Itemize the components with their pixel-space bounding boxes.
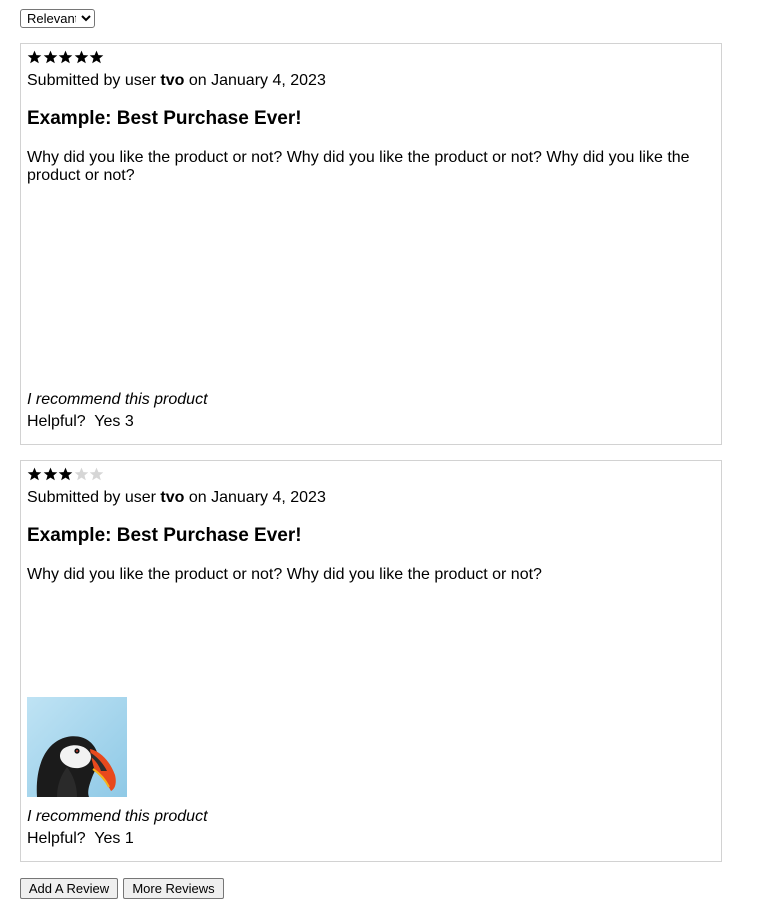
review-meta: Submitted by user tvo on January 4, 2023 <box>27 72 326 90</box>
star-rating <box>27 50 105 64</box>
helpful-row: Helpful? Yes 1 <box>27 830 134 848</box>
review-body: Why did you like the product or not? Why… <box>27 566 542 583</box>
review-username: tvo <box>160 489 185 506</box>
star-filled-icon <box>74 50 88 64</box>
helpful-count[interactable]: 3 <box>125 413 134 430</box>
recommend-text: I recommend this product <box>27 391 208 408</box>
star-filled-icon <box>58 50 73 64</box>
review-card: Submitted by user tvo on January 4, 2023… <box>20 43 722 445</box>
helpful-count[interactable]: 1 <box>125 830 134 847</box>
helpful-label: Helpful? Yes <box>27 830 121 847</box>
sort-select[interactable]: Relevant <box>20 9 95 28</box>
submitted-label: Submitted by user <box>27 489 161 506</box>
helpful-label: Helpful? Yes <box>27 413 121 430</box>
more-reviews-button[interactable]: More Reviews <box>123 878 224 899</box>
review-username: tvo <box>160 72 185 89</box>
add-review-button[interactable]: Add A Review <box>20 878 118 899</box>
review-body: Why did you like the product or not? Why… <box>27 149 690 184</box>
review-card: Submitted by user tvo on January 4, 2023… <box>20 460 722 862</box>
review-meta: Submitted by user tvo on January 4, 2023 <box>27 489 326 507</box>
review-date: on January 4, 2023 <box>184 489 326 506</box>
star-empty-icon <box>89 467 104 481</box>
recommend-text: I recommend this product <box>27 808 208 825</box>
star-filled-icon <box>43 467 57 481</box>
submitted-label: Submitted by user <box>27 72 161 89</box>
review-date: on January 4, 2023 <box>184 72 326 89</box>
star-filled-icon <box>58 467 73 481</box>
star-filled-icon <box>89 50 104 64</box>
puffin-photo[interactable] <box>27 697 127 797</box>
star-filled-icon <box>43 50 57 64</box>
review-title: Example: Best Purchase Ever! <box>27 525 302 546</box>
helpful-row: Helpful? Yes 3 <box>27 413 134 431</box>
review-title: Example: Best Purchase Ever! <box>27 108 302 129</box>
star-filled-icon <box>27 50 42 64</box>
star-rating <box>27 467 105 481</box>
star-empty-icon <box>74 467 88 481</box>
star-filled-icon <box>27 467 42 481</box>
